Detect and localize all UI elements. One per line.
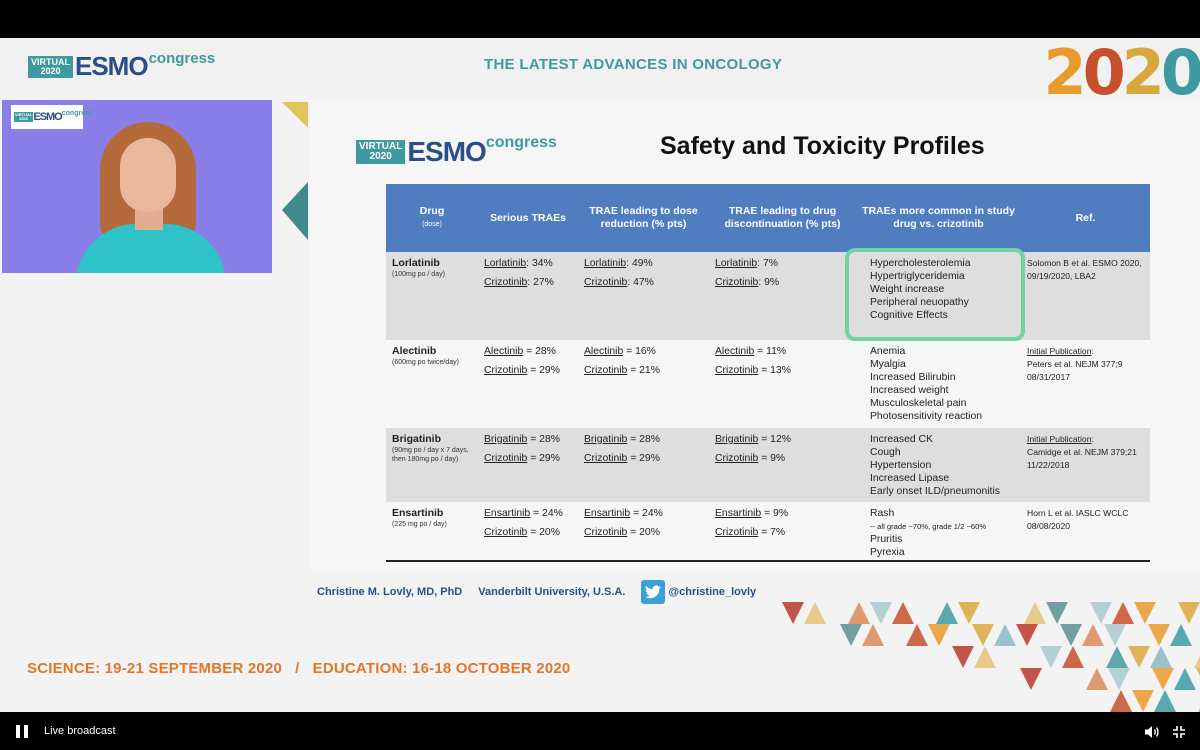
discontinuation-cell: Ensartinib = 9% Crizotinib = 7% — [709, 502, 856, 566]
table-row: Brigatinib (90mg po / day x 7 days, then… — [386, 428, 1150, 502]
slide-esmo-logo: VIRTUAL 2020 ESMO congress — [356, 134, 557, 168]
serious-cell: Lorlatinib: 34% Crizotinib: 27% — [478, 252, 578, 340]
live-broadcast-label: Live broadcast — [44, 725, 116, 737]
drug-name: Alectinib — [392, 345, 437, 357]
drug-cell: Lorlatinib (100mg po / day) — [386, 252, 478, 340]
reduction-cell: Ensartinib = 24% Crizotinib = 20% — [578, 502, 709, 566]
traes-cell: Anemia Myalgia Increased Bilirubin Increase… — [856, 340, 1021, 428]
reduction-cell: Brigatinib = 28% Crizotinib = 29% — [578, 428, 709, 502]
trae-item: Myalgia — [870, 359, 906, 370]
drug-cell: Ensartinib (225 mg po / day) — [386, 502, 478, 566]
header-tagline: THE LATEST ADVANCES IN ONCOLOGY — [484, 56, 783, 73]
table-bottom-rule — [386, 560, 1150, 562]
trae-item: Anemia — [870, 346, 906, 357]
table-header-row: Drug (dose) Serious TRAEs TRAE leading to… — [386, 184, 1150, 252]
discontinuation-cell: Alectinib = 11% Crizotinib = 13% — [709, 340, 856, 428]
discontinuation-cell: Lorlatinib: 7% Crizotinib: 9% — [709, 252, 856, 340]
table-row: Alectinib (600mg po twice/day) Alectinib… — [386, 340, 1150, 428]
congress-header: VIRTUAL 2020 ESMO congress THE LATEST AD… — [0, 38, 1200, 109]
webcam-esmo-logo: VIRTUAL 2020 ESMO congress — [11, 105, 93, 129]
col-serious: Serious TRAEs — [478, 184, 578, 252]
speaker-face — [120, 138, 176, 212]
col-reduction: TRAE leading to dose reduction (% pts) — [578, 184, 709, 252]
twitter-icon — [641, 580, 666, 604]
drug-cell: Alectinib (600mg po twice/day) — [386, 340, 478, 428]
congress-dates: SCIENCE: 19-21 SEPTEMBER 2020 / EDUCATIO… — [27, 660, 571, 677]
serious-cell: Ensartinib = 24% Crizotinib = 20% — [478, 502, 578, 566]
trae-item: -- all grade ~70%, grade 1/2 ~60% — [870, 522, 987, 531]
highlight-box — [845, 248, 1025, 341]
col-traes: TRAEs more common in study drug vs. criz… — [856, 184, 1021, 252]
trae-item: Cough — [870, 447, 901, 458]
twitter-handle: @christine_lovly — [668, 586, 757, 598]
drug-name: Lorlatinib — [392, 257, 440, 269]
trae-item: Musculoskeletal pain — [870, 398, 967, 409]
logo-year-text: 2020 — [40, 65, 61, 76]
exit-fullscreen-icon[interactable] — [1172, 725, 1186, 739]
traes-cell: Rash -- all grade ~70%, grade 1/2 ~60% Pru… — [856, 502, 1021, 566]
player-control-bar: Live broadcast — [0, 712, 1200, 750]
ref-cell: Solomon B et al. ESMO 2020, 09/19/2020, … — [1021, 252, 1150, 340]
decorative-triangle-mosaic — [782, 602, 1200, 712]
logo-congress-word: congress — [148, 50, 216, 67]
col-ref: Ref. — [1021, 184, 1150, 252]
col-drug: Drug (dose) — [386, 184, 478, 252]
trae-item: Increased Bilirubin — [870, 372, 956, 383]
drug-dose: (90mg po / day x 7 days, then 180mg po /… — [392, 447, 469, 463]
col-discontinuation: TRAE leading to drug discontinuation (% … — [709, 184, 856, 252]
drug-name: Ensartinib — [392, 507, 444, 519]
trae-item: Increased CK — [870, 434, 933, 445]
traes-cell: Increased CK Cough Hypertension Increased L… — [856, 428, 1021, 502]
reduction-cell: Lorlatinib: 49% Crizotinib: 47% — [578, 252, 709, 340]
ref-cell: Horn L et al. IASLC WCLC 08/08/2020 — [1021, 502, 1150, 566]
speaker-credit: Christine M. Lovly, MD, PhD Vanderbilt U… — [317, 580, 756, 604]
trae-item: Early onset ILD/pneumonitis — [870, 486, 1000, 497]
serious-cell: Alectinib = 28% Crizotinib = 29% — [478, 340, 578, 428]
video-frame: VIRTUAL 2020 ESMO congress THE LATEST AD… — [0, 38, 1200, 712]
speaker-affiliation: Vanderbilt University, U.S.A. — [478, 586, 626, 598]
trae-item: Hypertension — [870, 460, 932, 471]
drug-dose: (225 mg po / day) — [392, 521, 447, 528]
volume-icon[interactable] — [1144, 725, 1160, 739]
logo-esmo-word: ESMO — [75, 51, 149, 81]
trae-item: Rash — [870, 508, 895, 519]
trae-item: Photosensitivity reaction — [870, 411, 983, 422]
year-badge: 2020 — [1043, 38, 1200, 109]
reduction-cell: Alectinib = 16% Crizotinib = 21% — [578, 340, 709, 428]
ref-cell: Initial Publication: Peters et al. NEJM … — [1021, 340, 1150, 428]
pause-icon[interactable] — [16, 724, 28, 738]
esmo-logo: VIRTUAL 2020 ESMO congress — [28, 50, 216, 82]
drug-dose: (600mg po twice/day) — [392, 359, 459, 366]
serious-cell: Brigatinib = 28% Crizotinib = 29% — [478, 428, 578, 502]
slide-title: Safety and Toxicity Profiles — [660, 132, 985, 160]
drug-name: Brigatinib — [392, 433, 441, 445]
table-row: Lorlatinib (100mg po / day) Lorlatinib: … — [386, 252, 1150, 340]
speaker-webcam: VIRTUAL 2020 ESMO congress — [2, 100, 272, 273]
discontinuation-cell: Brigatinib = 12% Crizotinib = 9% — [709, 428, 856, 502]
safety-table: Drug (dose) Serious TRAEs TRAE leading to… — [386, 184, 1150, 566]
drug-cell: Brigatinib (90mg po / day x 7 days, then… — [386, 428, 478, 502]
presentation-slide: VIRTUAL 2020 ESMO congress Safety and To… — [310, 100, 1200, 570]
trae-item: Increased Lipase — [870, 473, 950, 484]
trae-item: Pyrexia — [870, 547, 905, 558]
trae-item: Increased weight — [870, 385, 949, 396]
table-row: Ensartinib (225 mg po / day) Ensartinib … — [386, 502, 1150, 566]
ref-cell: Initial Publication: Camidge et al. NEJM… — [1021, 428, 1150, 502]
logo-virtual-box: VIRTUAL 2020 — [28, 55, 73, 78]
decorative-triangles — [282, 102, 308, 240]
drug-dose: (100mg po / day) — [392, 271, 445, 278]
speaker-name: Christine M. Lovly, MD, PhD — [317, 586, 463, 598]
trae-item: Pruritis — [870, 534, 903, 545]
speaker-body — [76, 224, 226, 273]
